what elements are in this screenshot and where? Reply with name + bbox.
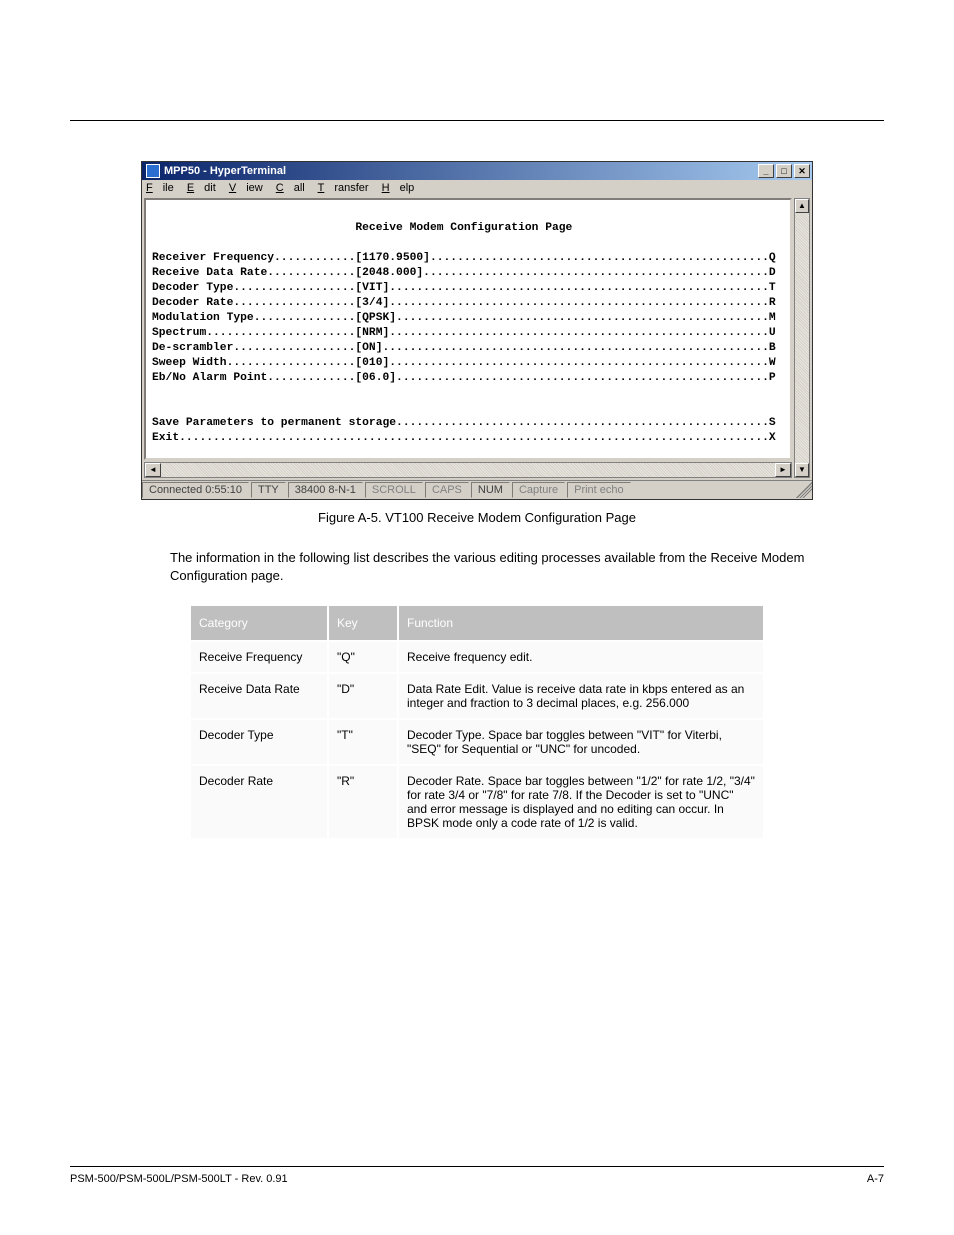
menu-transfer[interactable]: Transfer [318,182,369,194]
status-num: NUM [471,482,510,498]
page-footer: PSM-500/PSM-500L/PSM-500LT - Rev. 0.91 A… [70,1166,884,1185]
menu-view[interactable]: View [229,182,263,194]
status-bar: Connected 0:55:10 TTY 38400 8-N-1 SCROLL… [142,480,812,499]
scrollbar-track[interactable] [795,213,809,463]
table-cell-key: "T" [328,719,398,765]
table-cell-function: Receive frequency edit. [398,641,764,673]
table-cell-key: "D" [328,673,398,719]
scroll-right-icon[interactable]: ► [775,463,791,477]
status-capture: Capture [512,482,565,498]
table-cell-category: Decoder Type [190,719,328,765]
footer-right: A-7 [867,1173,884,1185]
menu-bar[interactable]: File Edit View Call Transfer Help [142,180,812,196]
table-cell-function: Decoder Type. Space bar toggles between … [398,719,764,765]
table-cell-category: Receive Data Rate [190,673,328,719]
scroll-left-icon[interactable]: ◄ [145,463,161,477]
table-row: Receive Frequency"Q"Receive frequency ed… [190,641,764,673]
table-header-key: Key [328,605,398,641]
status-mode: TTY [251,482,286,498]
maximize-button[interactable]: □ [776,164,792,178]
menu-help[interactable]: Help [382,182,415,194]
menu-call[interactable]: Call [276,182,305,194]
hyperterminal-window: MPP50 - HyperTerminal _ □ ✕ File Edit Vi… [141,161,813,500]
figure-caption: Figure A-5. VT100 Receive Modem Configur… [70,510,884,525]
menu-edit[interactable]: Edit [187,182,216,194]
terminal-content[interactable]: Receive Modem Configuration Page Receive… [144,198,792,460]
status-caps: CAPS [425,482,469,498]
horizontal-scrollbar[interactable]: ◄ ► [144,462,792,478]
table-row: Receive Data Rate"D"Data Rate Edit. Valu… [190,673,764,719]
menu-file[interactable]: File [146,182,174,194]
table-row: Decoder Rate"R"Decoder Rate. Space bar t… [190,765,764,839]
footer-left: PSM-500/PSM-500L/PSM-500LT - Rev. 0.91 [70,1173,288,1185]
app-icon [146,164,160,178]
vertical-scrollbar[interactable]: ▲ ▼ [794,198,810,478]
parameters-table: Category Key Function Receive Frequency"… [189,604,765,840]
table-cell-category: Receive Frequency [190,641,328,673]
status-settings: 38400 8-N-1 [288,482,363,498]
minimize-button[interactable]: _ [758,164,774,178]
table-cell-function: Decoder Rate. Space bar toggles between … [398,765,764,839]
table-cell-function: Data Rate Edit. Value is receive data ra… [398,673,764,719]
table-cell-category: Decoder Rate [190,765,328,839]
status-connected: Connected 0:55:10 [142,482,249,498]
table-cell-key: "Q" [328,641,398,673]
description-text: The information in the following list de… [170,549,814,584]
table-header-category: Category [190,605,328,641]
window-title: MPP50 - HyperTerminal [164,165,286,177]
table-cell-key: "R" [328,765,398,839]
status-printecho: Print echo [567,482,631,498]
scrollbar-track[interactable] [161,463,775,477]
table-row: Decoder Type"T"Decoder Type. Space bar t… [190,719,764,765]
scroll-down-icon[interactable]: ▼ [795,463,809,477]
window-titlebar[interactable]: MPP50 - HyperTerminal _ □ ✕ [142,162,812,180]
status-scroll: SCROLL [365,482,423,498]
table-header-function: Function [398,605,764,641]
close-button[interactable]: ✕ [794,164,810,178]
scroll-up-icon[interactable]: ▲ [795,199,809,213]
resize-grip-icon[interactable] [796,482,812,498]
